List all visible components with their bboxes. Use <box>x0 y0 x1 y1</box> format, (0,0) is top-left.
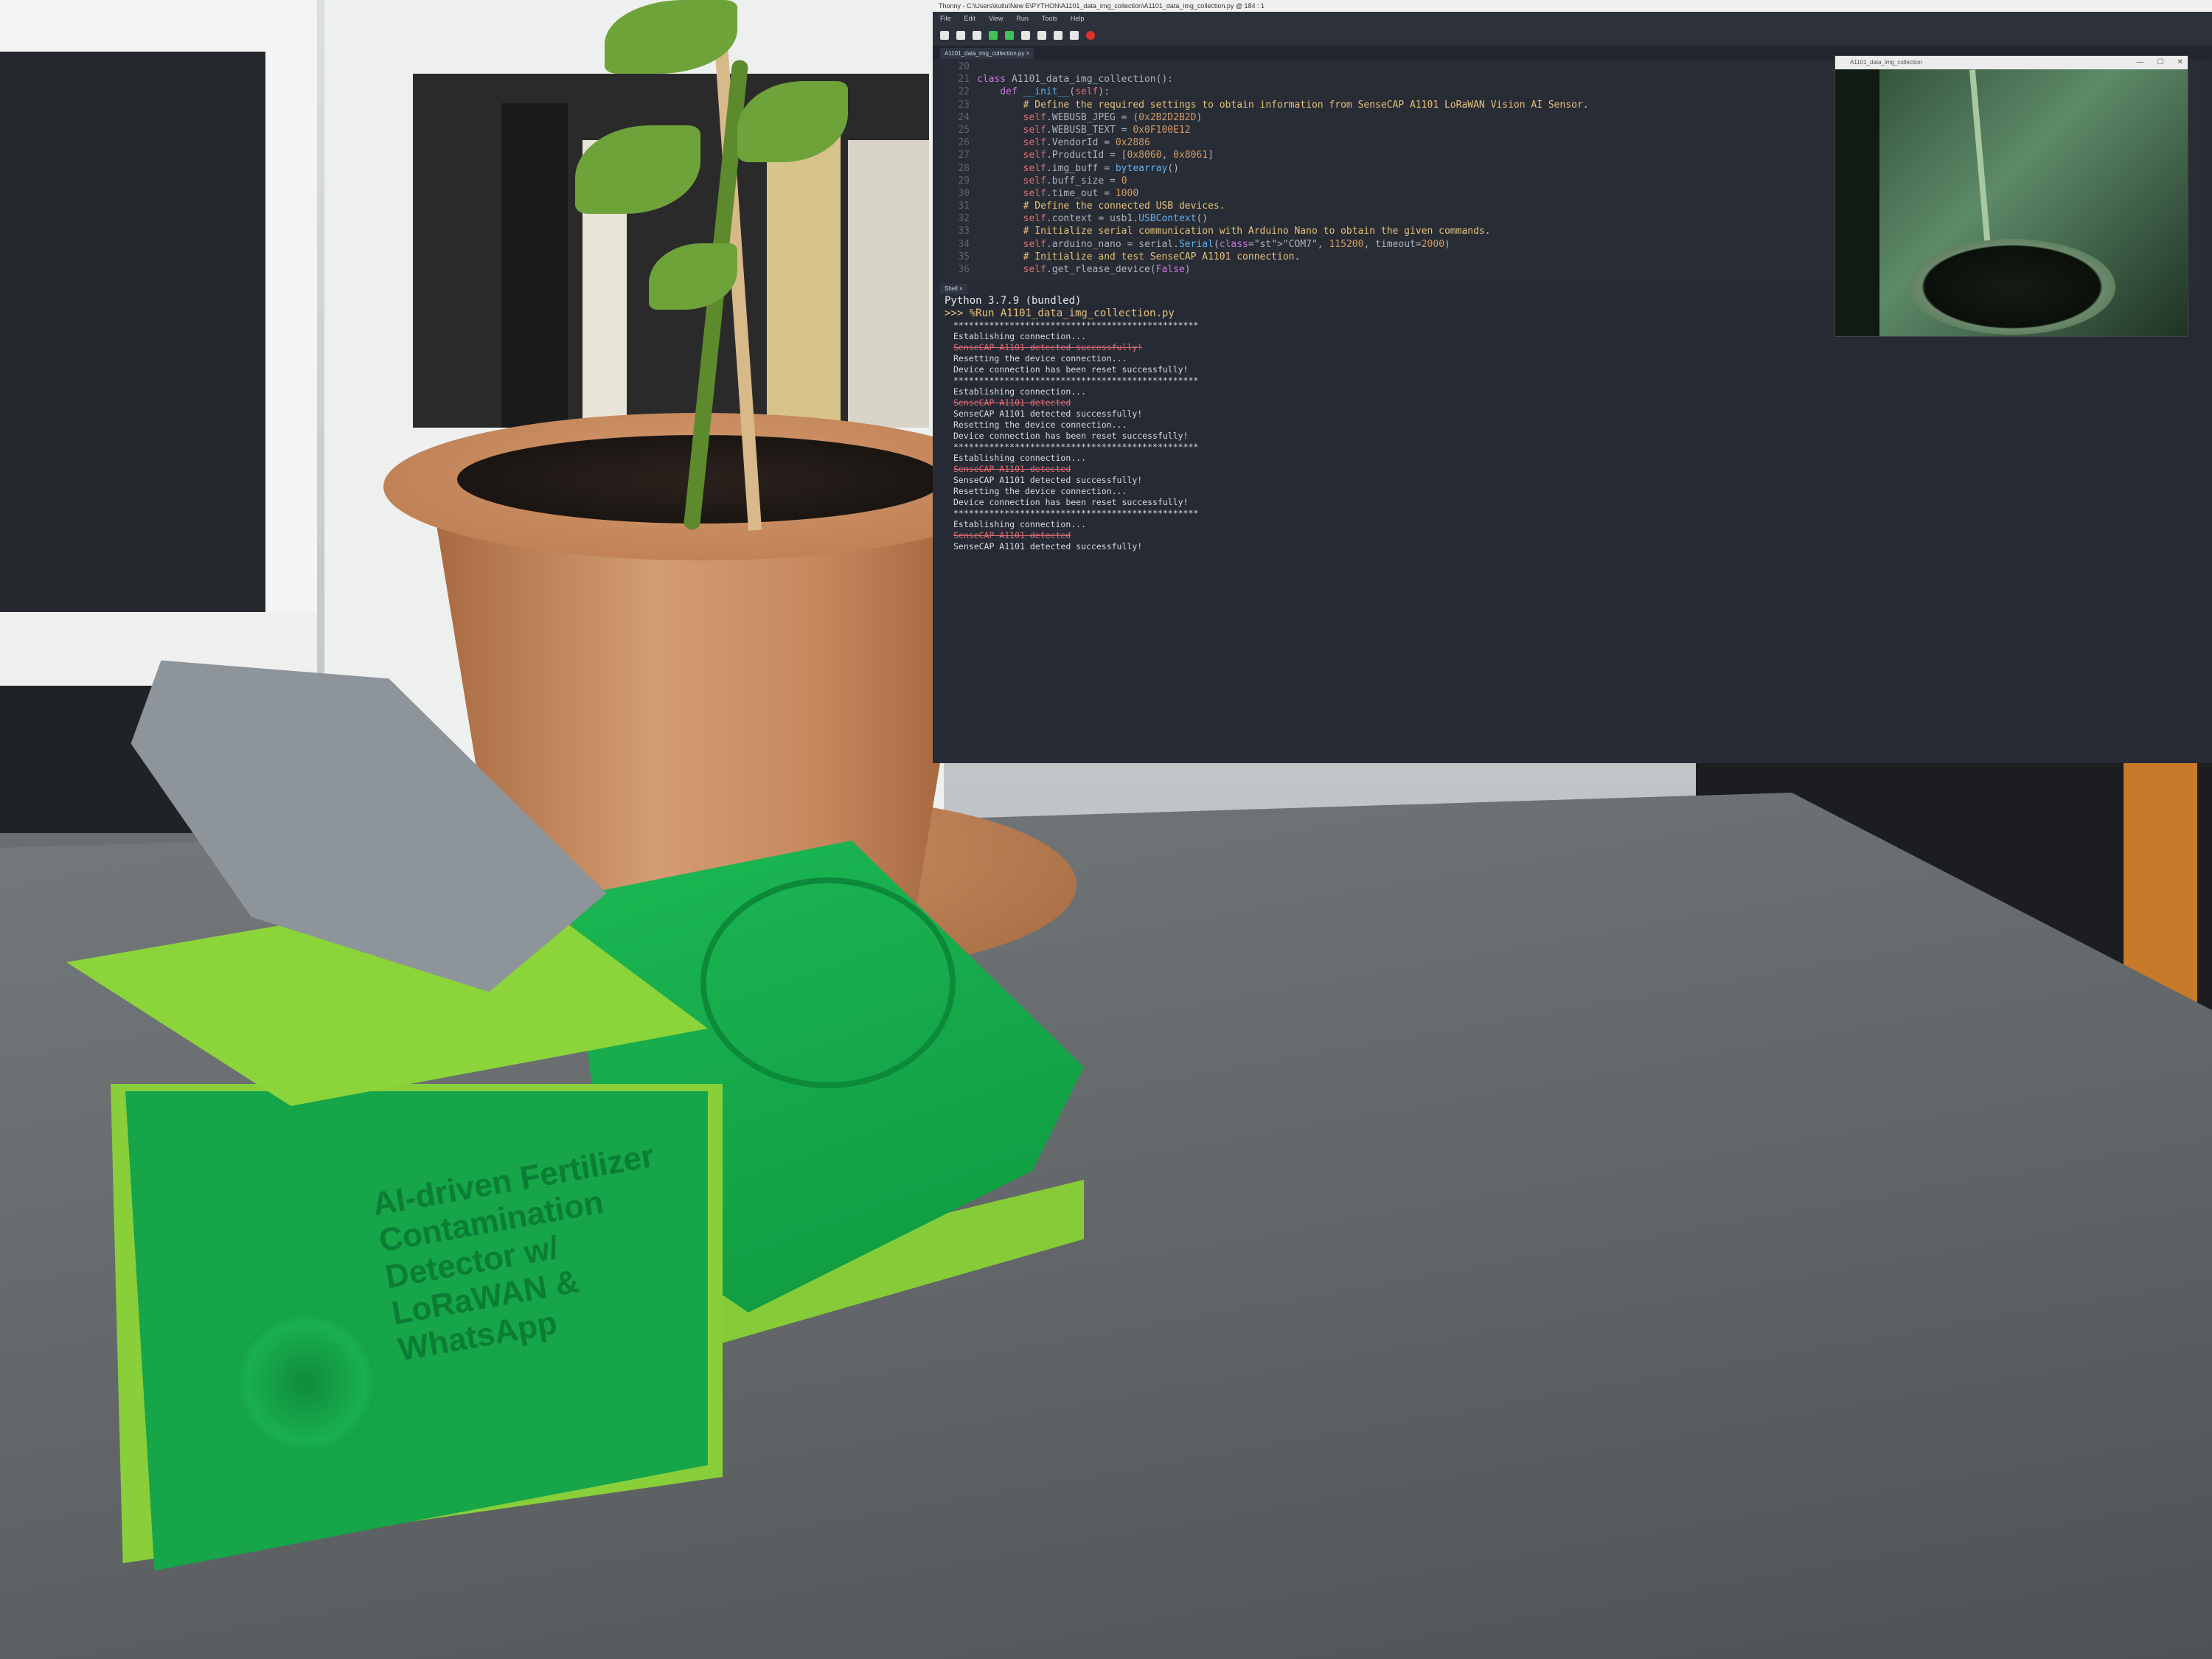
line-number: 32 <box>958 213 970 225</box>
code-line[interactable]: # Define the required settings to obtain… <box>977 99 1589 111</box>
shell-output-line: SenseCAP A1101 detected <box>953 397 1071 408</box>
code-line[interactable]: # Define the connected USB devices. <box>977 200 1589 212</box>
shell-output-line: SenseCAP A1101 detected successfully! <box>953 475 1143 485</box>
shell-output-line: Establishing connection... <box>953 453 1087 463</box>
line-number: 24 <box>958 111 970 123</box>
left-bookshelf-books <box>0 52 265 612</box>
line-number: 27 <box>958 150 970 161</box>
camera-window-title-bar: A1101_data_img_collection — ☐ ✕ <box>1835 56 2188 69</box>
shell-output-line: Resetting the device connection... <box>953 420 1127 430</box>
shell-output-line: ****************************************… <box>953 442 1199 452</box>
line-number: 31 <box>958 201 970 212</box>
shell-output-line: SenseCAP A1101 detected successfully! <box>953 342 1143 352</box>
resume-icon[interactable] <box>1070 31 1079 40</box>
book-spine <box>848 140 929 428</box>
book-spine <box>501 103 568 428</box>
shell-panel[interactable]: Python 3.7.9 (bundled) >>> %Run A1101_da… <box>940 295 2205 756</box>
ide-title: Thonny - C:\Users\kutlu\New E\PYTHON\A11… <box>939 2 1265 10</box>
tab-shell[interactable]: Shell × <box>940 284 967 294</box>
line-number: 22 <box>958 86 970 98</box>
code-line[interactable]: self.context = usb1.USBContext() <box>977 212 1589 225</box>
camera-shelf <box>1835 69 1879 336</box>
arduino-logo-emblem <box>700 877 956 1088</box>
code-line[interactable]: # Initialize serial communication with A… <box>977 225 1589 237</box>
menu-view[interactable]: View <box>989 12 1003 25</box>
save-file-icon[interactable] <box>973 31 981 40</box>
shell-output-line: Device connection has been reset success… <box>953 431 1189 441</box>
book-spine <box>442 118 494 428</box>
ide-menu-bar: File Edit View Run Tools Help <box>933 12 2212 25</box>
line-number: 30 <box>958 187 970 199</box>
ide-toolbar <box>933 25 2212 46</box>
code-line[interactable]: self.WEBUSB_JPEG = (0x2B2D2B2D) <box>977 111 1589 124</box>
line-number: 21 <box>958 74 970 86</box>
camera-preview-window[interactable]: A1101_data_img_collection — ☐ ✕ <box>1834 55 2188 337</box>
new-file-icon[interactable] <box>940 31 949 40</box>
code-line[interactable]: class A1101_data_img_collection(): <box>977 73 1589 86</box>
shell-output-line: Resetting the device connection... <box>953 353 1127 364</box>
code-line[interactable]: self.img_buff = bytearray() <box>977 162 1589 175</box>
menu-tools[interactable]: Tools <box>1042 12 1057 25</box>
code-line[interactable]: # Initialize and test SenseCAP A1101 con… <box>977 251 1589 263</box>
code-line[interactable]: self.time_out = 1000 <box>977 187 1589 200</box>
shell-output-line: SenseCAP A1101 detected successfully! <box>953 541 1143 552</box>
step-out-icon[interactable] <box>1054 31 1062 40</box>
step-over-icon[interactable] <box>1021 31 1030 40</box>
camera-window-title: A1101_data_img_collection <box>1850 59 1922 66</box>
camera-pot <box>1909 239 2115 335</box>
tab-file[interactable]: A1101_data_img_collection.py × <box>940 48 1034 59</box>
menu-run[interactable]: Run <box>1016 12 1029 25</box>
code-line[interactable]: self.WEBUSB_TEXT = 0x0F100E12 <box>977 124 1589 136</box>
code-line[interactable]: self.ProductId = [0x8060, 0x8061] <box>977 149 1589 161</box>
line-number: 29 <box>958 175 970 187</box>
code-line[interactable]: self.VendorId = 0x2886 <box>977 136 1589 149</box>
shell-output: ****************************************… <box>940 320 2205 552</box>
maximize-icon[interactable]: ☐ <box>2157 56 2164 69</box>
menu-help[interactable]: Help <box>1071 12 1085 25</box>
shell-output-line: Device connection has been reset success… <box>953 497 1189 507</box>
ide-title-bar: Thonny - C:\Users\kutlu\New E\PYTHON\A11… <box>933 0 2212 12</box>
shell-output-line: ****************************************… <box>953 375 1199 386</box>
code-line[interactable]: def __init__(self): <box>977 86 1589 98</box>
run-icon[interactable] <box>989 31 998 40</box>
code-area[interactable]: class A1101_data_img_collection(): def _… <box>977 60 1589 276</box>
stop-icon[interactable] <box>1086 31 1095 40</box>
shell-output-line: ****************************************… <box>953 508 1199 518</box>
open-file-icon[interactable] <box>956 31 965 40</box>
close-icon[interactable]: ✕ <box>2177 56 2183 69</box>
menu-edit[interactable]: Edit <box>964 12 976 25</box>
enclosure-knob <box>236 1312 376 1453</box>
book-spine <box>767 125 841 428</box>
shell-output-line: Establishing connection... <box>953 386 1087 397</box>
camera-frame-image <box>1835 69 2188 336</box>
line-number: 28 <box>958 162 970 174</box>
shell-output-line: Establishing connection... <box>953 519 1087 529</box>
shell-output-line: Device connection has been reset success… <box>953 364 1189 375</box>
code-line[interactable]: self.get_rlease_device(False) <box>977 263 1589 276</box>
line-number: 26 <box>958 137 970 149</box>
line-number: 25 <box>958 124 970 136</box>
shell-output-line: SenseCAP A1101 detected <box>953 464 1071 474</box>
shell-output-line: SenseCAP A1101 detected <box>953 530 1071 540</box>
code-line[interactable] <box>977 60 1589 73</box>
line-number: 23 <box>958 99 970 111</box>
line-number-gutter: 20 21 22 23 24 25 26 27 28 29 30 31 32 33 34 35 36 <box>940 60 970 276</box>
line-number: 20 <box>958 61 970 72</box>
menu-file[interactable]: File <box>940 12 951 25</box>
step-into-icon[interactable] <box>1037 31 1046 40</box>
code-line[interactable]: self.arduino_nano = serial.Serial(class=… <box>977 238 1589 251</box>
minimize-icon[interactable]: — <box>2137 56 2144 69</box>
line-number: 33 <box>958 226 970 237</box>
code-line[interactable]: self.buff_size = 0 <box>977 175 1589 187</box>
debug-icon[interactable] <box>1005 31 1014 40</box>
line-number: 34 <box>958 238 970 250</box>
shell-output-line: Resetting the device connection... <box>953 486 1127 496</box>
line-number: 35 <box>958 251 970 262</box>
shell-output-line: SenseCAP A1101 detected successfully! <box>953 408 1143 419</box>
line-number: 36 <box>958 264 970 275</box>
